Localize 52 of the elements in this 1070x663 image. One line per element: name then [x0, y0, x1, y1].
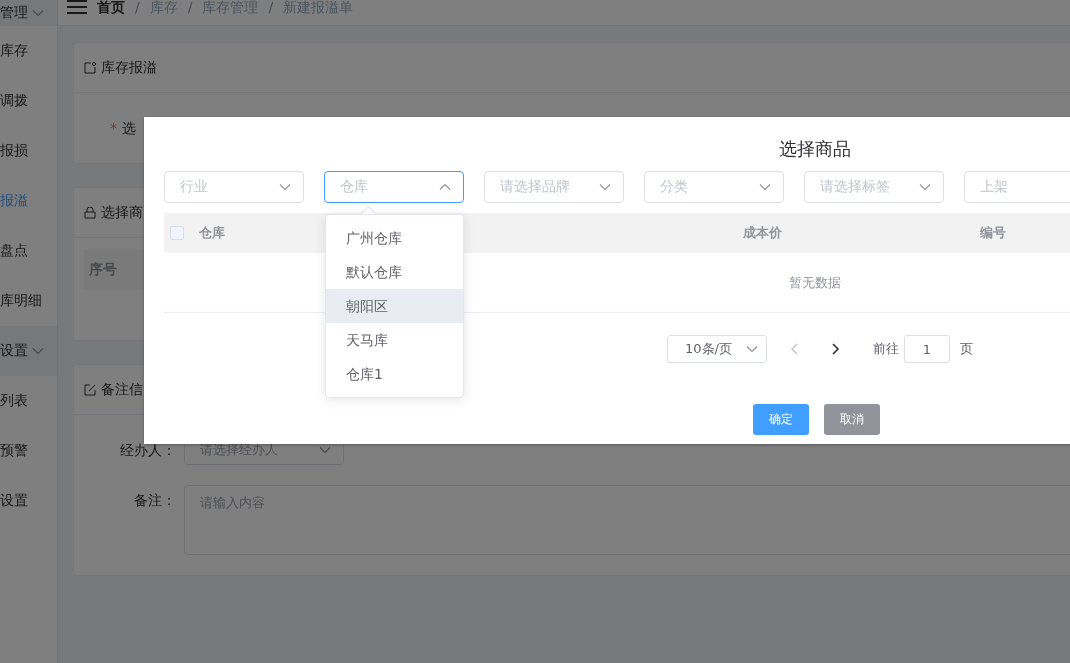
sidebar-item[interactable]: 设置	[0, 326, 57, 376]
sidebar-item[interactable]: 管理	[0, 0, 57, 26]
breadcrumb-link[interactable]: 首页	[97, 0, 125, 14]
select-all-checkbox[interactable]	[170, 226, 184, 240]
cancel-button[interactable]: 取消	[824, 404, 880, 435]
dropdown-option[interactable]: 默认仓库	[326, 255, 463, 289]
empty-text: 暂无数据	[789, 273, 841, 292]
field-label: 经办人：	[119, 441, 176, 460]
sidebar-item[interactable]: 库存	[0, 26, 57, 76]
sidebar-item[interactable]: 盘点	[0, 226, 57, 276]
card-title: 选择商	[101, 203, 143, 222]
page-size-select[interactable]: 10条/页	[667, 335, 767, 363]
field-label: 备注：	[133, 491, 176, 510]
chevron-down-icon	[759, 183, 771, 191]
goto-label: 前往	[873, 340, 899, 358]
chevron-down-icon	[599, 183, 611, 191]
sidebar-item[interactable]: 列表	[0, 376, 57, 426]
breadcrumb-separator: /	[268, 0, 274, 14]
sidebar-item[interactable]: 报损	[0, 126, 57, 176]
chevron-up-icon	[439, 183, 451, 191]
chevron-down-icon	[32, 347, 44, 355]
chevron-down-icon	[319, 446, 331, 454]
card-title: 备注信	[101, 380, 143, 399]
chevron-down-icon	[919, 183, 931, 191]
chevron-right-icon[interactable]	[832, 343, 840, 355]
document-icon	[84, 61, 96, 74]
dialog-title: 选择商品	[778, 137, 852, 161]
chevron-down-icon	[32, 9, 44, 17]
dropdown-option[interactable]: 天马库	[326, 323, 463, 357]
dropdown-option[interactable]: 广州仓库	[326, 221, 463, 255]
confirm-button[interactable]: 确定	[753, 404, 809, 435]
page-input[interactable]: 1	[904, 335, 950, 363]
breadcrumb-separator: /	[135, 0, 140, 14]
column-header: 编号	[980, 224, 1006, 242]
edit-icon	[84, 383, 96, 396]
sidebar-item[interactable]: 库明细	[0, 276, 57, 326]
bag-icon	[84, 206, 96, 219]
page-suffix: 页	[960, 340, 973, 358]
menu-icon[interactable]	[67, 0, 87, 14]
breadcrumb-separator: /	[187, 0, 193, 14]
card-title: 库存报溢	[101, 58, 157, 77]
dropdown-option[interactable]: 仓库1	[326, 357, 463, 391]
column-header: 仓库	[199, 224, 225, 242]
chevron-down-icon	[279, 183, 291, 191]
dropdown-option[interactable]: 朝阳区	[326, 289, 463, 323]
field-label: 选	[122, 119, 136, 138]
sidebar-item[interactable]: 预警	[0, 426, 57, 476]
sidebar-item[interactable]: 调拨	[0, 76, 57, 126]
required-mark: *	[110, 119, 117, 138]
column-header: 成本价	[742, 224, 782, 242]
chevron-down-icon	[746, 345, 758, 353]
sidebar-item[interactable]: 设置	[0, 476, 57, 526]
